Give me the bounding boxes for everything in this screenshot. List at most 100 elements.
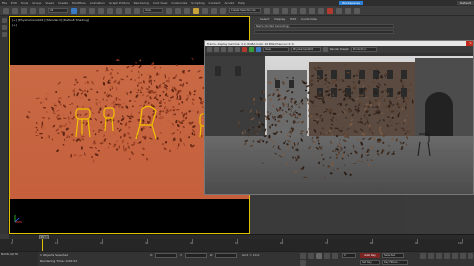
maxscript-listener[interactable]: MAXScript Mi (0, 252, 38, 266)
area-to-render-dropdown[interactable]: View (263, 47, 289, 52)
unlink-icon[interactable] (30, 7, 36, 14)
select-manipulate-icon[interactable] (175, 7, 181, 14)
scene-explorer-row[interactable] (254, 30, 394, 34)
select-scale-icon[interactable] (125, 7, 131, 14)
rendered-image[interactable] (205, 56, 473, 194)
x-coordinate-field[interactable] (155, 253, 177, 258)
menu-modifiers[interactable]: Modifiers (72, 1, 86, 5)
tab-select[interactable]: Select (260, 17, 269, 21)
schematic-view-icon[interactable] (300, 7, 306, 14)
select-rotate-icon[interactable] (116, 7, 122, 14)
rectangular-selection-icon[interactable] (89, 7, 95, 14)
undo-icon[interactable] (3, 7, 9, 14)
play-icon[interactable] (316, 253, 322, 259)
align-icon[interactable] (273, 7, 279, 14)
track-bar[interactable]: 0 10 20 30 40 50 60 70 80 90 100 (0, 239, 474, 251)
lock-viewport-icon[interactable] (323, 47, 328, 52)
auto-key-button[interactable]: Auto Key (360, 253, 380, 258)
prompt-line: Rendering Time: 0:00:02 (40, 259, 78, 263)
material-editor-icon[interactable] (309, 7, 315, 14)
layer-explorer-icon[interactable] (282, 7, 288, 14)
reference-coordinate-dropdown[interactable]: View (143, 8, 163, 13)
named-selection-set-dropdown[interactable]: Create Selection Se (229, 8, 261, 13)
place-icon[interactable] (134, 7, 140, 14)
menu-create[interactable]: Create (58, 1, 68, 5)
menu-help[interactable]: Help (238, 1, 245, 5)
zoom-all-icon[interactable] (428, 253, 434, 259)
mirror-icon[interactable] (264, 7, 270, 14)
viewport-label[interactable]: [+] [PhysCamera001] [Standard] [Default … (12, 18, 89, 22)
viewport-frame-label[interactable]: [+] (12, 23, 17, 27)
maximize-viewport-icon[interactable] (468, 253, 473, 259)
key-filters-button[interactable]: Key Filters... (382, 260, 408, 265)
percent-snap-icon[interactable] (211, 7, 217, 14)
keyboard-shortcut-icon[interactable] (184, 7, 190, 14)
curve-editor-icon[interactable] (291, 7, 297, 14)
clone-window-icon[interactable] (221, 47, 226, 52)
display-filter-icon[interactable] (1, 32, 7, 37)
green-channel-icon[interactable] (249, 47, 254, 52)
spinner-snap-icon[interactable] (220, 7, 226, 14)
save-image-icon[interactable] (207, 47, 212, 52)
a360-gallery-icon[interactable] (354, 7, 360, 14)
menu-arnold[interactable]: Arnold (224, 1, 234, 5)
render-in-cloud-icon[interactable] (345, 7, 351, 14)
snaps-toggle-icon[interactable] (193, 7, 199, 14)
y-coordinate-field[interactable] (185, 253, 207, 258)
window-crossing-icon[interactable] (98, 7, 104, 14)
z-coordinate-field[interactable] (215, 253, 237, 258)
scene-explorer-header[interactable]: Name (Sorted Ascending) (254, 24, 394, 28)
bind-space-warp-icon[interactable] (39, 7, 45, 14)
angle-snap-icon[interactable] (202, 7, 208, 14)
workspace-dropdown[interactable]: Default (457, 1, 474, 5)
copy-image-icon[interactable] (214, 47, 219, 52)
clear-icon[interactable] (235, 47, 240, 52)
select-object-icon[interactable] (71, 7, 77, 14)
red-channel-icon[interactable] (242, 47, 247, 52)
menu-animation[interactable]: Animation (90, 1, 105, 5)
zoom-extents-icon[interactable] (436, 253, 442, 259)
tab-display[interactable]: Display (274, 17, 285, 21)
go-to-start-icon[interactable] (300, 253, 306, 259)
field-of-view-icon[interactable] (444, 253, 450, 259)
menu-civil-view[interactable]: Civil View (153, 1, 167, 5)
print-image-icon[interactable] (228, 47, 233, 52)
render-setup-icon[interactable] (318, 7, 324, 14)
menu-file[interactable]: File (2, 1, 7, 5)
render-production-icon[interactable] (336, 7, 342, 14)
menu-graph-editors[interactable]: Graph Editors (109, 1, 130, 5)
time-cursor[interactable] (42, 239, 43, 251)
create-selection-icon[interactable] (1, 18, 7, 23)
menu-scripting[interactable]: Scripting (191, 1, 204, 5)
tab-customize[interactable]: Customize (301, 17, 317, 21)
time-configuration-icon[interactable] (300, 260, 306, 266)
menu-edit[interactable]: Edit (11, 1, 17, 5)
select-by-name-icon[interactable] (80, 7, 86, 14)
selection-filter-dropdown[interactable]: All (48, 8, 68, 13)
menu-rendering[interactable]: Rendering (134, 1, 149, 5)
menu-group[interactable]: Group (32, 1, 41, 5)
previous-frame-icon[interactable] (308, 253, 314, 259)
orbit-icon[interactable] (460, 253, 466, 259)
menu-content[interactable]: Content (209, 1, 221, 5)
key-mode-dropdown[interactable]: Selected (382, 253, 404, 258)
link-icon[interactable] (21, 7, 27, 14)
render-preset-dropdown[interactable]: Production (351, 47, 378, 52)
set-key-button[interactable]: Set Key (360, 260, 380, 265)
tab-edit[interactable]: Edit (290, 17, 296, 21)
rendered-frame-window-icon[interactable] (327, 7, 333, 14)
menu-customize[interactable]: Customize (171, 1, 187, 5)
current-frame-field[interactable]: 0 (342, 253, 356, 258)
redo-icon[interactable] (12, 7, 18, 14)
pivot-center-icon[interactable] (166, 7, 172, 14)
pan-icon[interactable] (452, 253, 458, 259)
blue-channel-icon[interactable] (256, 47, 261, 52)
select-move-icon[interactable] (107, 7, 113, 14)
viewport-dropdown[interactable]: PhysCamera001 (291, 47, 321, 52)
menu-tools[interactable]: Tools (21, 1, 28, 5)
layer-icon[interactable] (1, 25, 7, 30)
go-to-end-icon[interactable] (332, 253, 338, 259)
next-frame-icon[interactable] (324, 253, 330, 259)
menu-views[interactable]: Views (45, 1, 54, 5)
zoom-icon[interactable] (420, 253, 426, 259)
